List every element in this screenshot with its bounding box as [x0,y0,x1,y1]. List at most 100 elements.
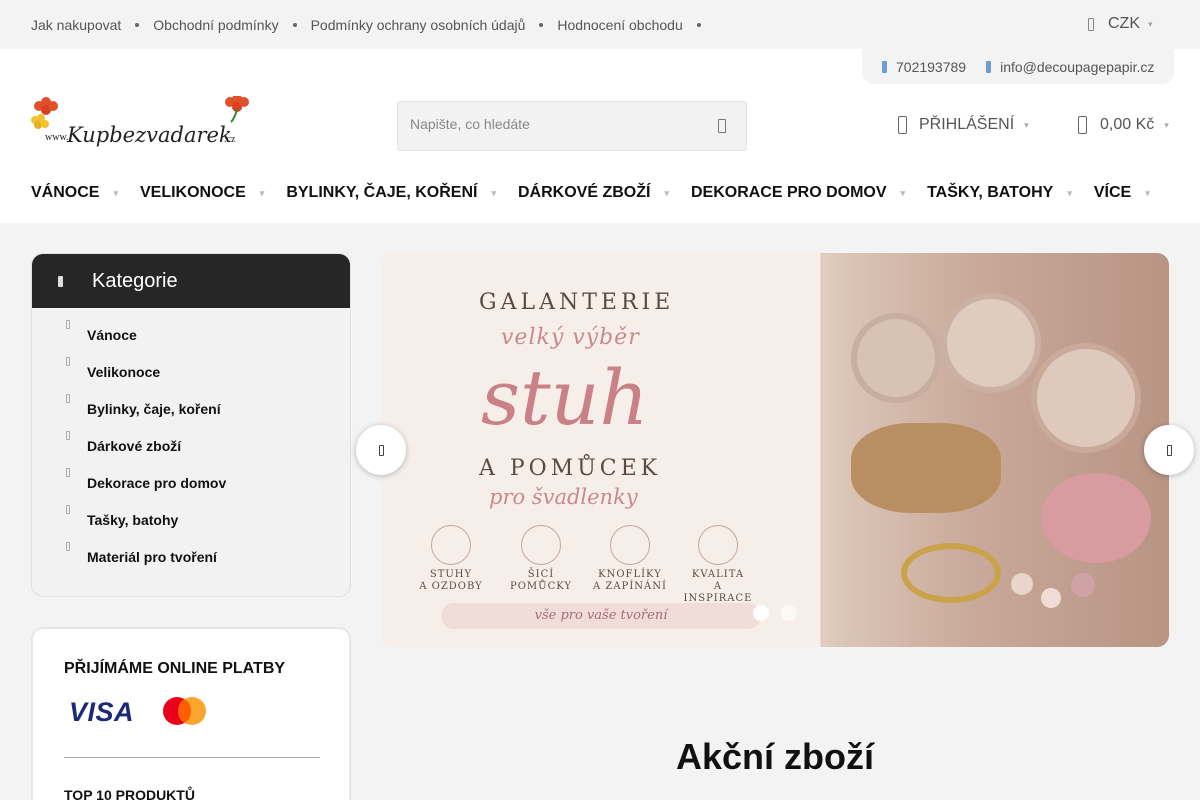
category-item-darkove-zbozi[interactable]: Dárkové zboží [32,427,350,464]
divider [64,757,320,758]
phone-number: 702193789 [896,58,967,75]
separator-dot [292,22,297,27]
email-address: info@decoupagepapir.cz [1000,58,1155,75]
nav-label: DEKORACE PRO DOMOV [690,184,887,201]
chevron-down-icon: ▾ [1164,119,1169,130]
chevron-right-icon [66,542,70,551]
ribbon-spool-image [1031,343,1141,453]
chevron-right-icon [66,468,70,477]
chevron-right-icon [66,505,70,514]
site-logo[interactable]: www. Kupbezvadarek .cz [31,94,256,154]
chevron-right-icon [66,357,70,366]
chevron-right-icon [1166,444,1172,456]
search-box [397,101,747,151]
separator-dot [539,22,544,27]
search-input[interactable] [410,116,690,132]
button-icon [610,525,650,565]
separator-dot [696,22,701,27]
nav-velikonoce[interactable]: VELIKONOCE ▾ [140,184,264,202]
category-item-tasky[interactable]: Tašky, batohy [32,501,350,538]
top-link-privacy[interactable]: Podmínky ochrany osobních údajů [311,17,526,33]
contact-strip: 702193789 info@decoupagepapir.cz [862,49,1174,84]
slider-dot-1[interactable] [753,605,769,621]
slider-dots [753,605,809,621]
top-link-reviews[interactable]: Hodnocení obchodu [557,17,682,33]
hero-banner[interactable]: GALANTERIE velký výběr stuh A POMŮCEK pr… [381,253,1169,647]
feature-label: KVALITA A INSPIRACE [683,569,753,604]
category-header[interactable]: Kategorie [32,254,350,308]
category-item-bylinky[interactable]: Bylinky, čaje, koření [32,390,350,427]
chevron-down-icon: ▾ [1067,187,1072,198]
nav-tasky[interactable]: TAŠKY, BATOHY ▾ [927,184,1072,202]
svg-text:www.: www. [45,132,69,143]
basket-image [851,423,1001,513]
email-contact[interactable]: info@decoupagepapir.cz [986,59,1154,75]
nav-label: TAŠKY, BATOHY [927,184,1054,201]
nav-bylinky[interactable]: BYLINKY, ČAJE, KOŘENÍ ▾ [286,184,496,202]
cart-button[interactable]: 0,00 Kč ▾ [1078,116,1169,134]
top10-title: TOP 10 PRODUKTŮ [64,787,195,800]
button-image [1011,573,1033,595]
slider-next-button[interactable] [1144,425,1194,475]
separator-dot [135,22,140,27]
category-item-vanoce[interactable]: Vánoce [32,316,350,353]
ribbon-spool-image [851,313,941,403]
main-nav: VÁNOCE ▾ VELIKONOCE ▾ BYLINKY, ČAJE, KOŘ… [31,183,1150,203]
phone-contact[interactable]: 702193789 [882,59,966,75]
mail-icon [986,60,992,73]
nav-vice[interactable]: VÍCE ▾ [1094,184,1150,202]
category-panel: Kategorie Vánoce Velikonoce Bylinky, čaj… [31,253,351,597]
category-item-material[interactable]: Materiál pro tvoření [32,538,350,575]
feature-label: ŠICÍ POMŮCKY [509,569,573,592]
chevron-down-icon: ▾ [664,187,669,198]
category-item-velikonoce[interactable]: Velikonoce [32,353,350,390]
category-title: Kategorie [92,269,178,292]
menu-icon [58,275,63,287]
chevron-right-icon [66,431,70,440]
chevron-down-icon: ▾ [900,187,906,198]
spool-icon [698,525,738,565]
scissors-icon [521,525,561,565]
category-list: Vánoce Velikonoce Bylinky, čaje, koření … [32,308,350,575]
login-button[interactable]: PŘIHLÁŠENÍ ▾ [898,116,1029,134]
top-bar: Jak nakupovat Obchodní podmínky Podmínky… [0,0,1200,49]
nav-label: VELIKONOCE [139,184,246,201]
feature-label: KNOFLÍKY A ZAPÍNÁNÍ [593,569,667,592]
nav-darkove-zbozi[interactable]: DÁRKOVÉ ZBOŽÍ ▾ [518,184,669,202]
chevron-down-icon: ▾ [113,187,118,198]
svg-text:Kupbezvadarek: Kupbezvadarek [66,123,232,147]
clover-right-icon [225,94,249,123]
slider-dot-2[interactable] [781,605,797,621]
chevron-down-icon: ▾ [259,187,265,198]
login-label: PŘIHLÁŠENÍ [919,116,1015,133]
nav-dekorace[interactable]: DEKORACE PRO DOMOV ▾ [691,184,905,202]
chevron-left-icon [378,444,384,456]
slider-prev-button[interactable] [356,425,406,475]
svg-text:.cz: .cz [224,134,236,145]
button-image [1041,588,1061,608]
banner-line3: stuh [481,353,649,442]
currency-selector[interactable]: CZK ▾ [1088,15,1153,33]
nav-label: VÍCE [1093,184,1132,201]
category-item-dekorace[interactable]: Dekorace pro domov [32,464,350,501]
top-link-how-to-buy[interactable]: Jak nakupovat [31,17,121,33]
payments-title: PŘIJÍMÁME ONLINE PLATBY [64,660,286,677]
feature-label: STUHY A OZDOBY [419,569,483,592]
banner-line4: A POMŮCEK [479,456,662,481]
search-icon[interactable] [718,119,726,133]
clover-left-icon [31,97,58,129]
currency-icon [1088,17,1094,31]
header: 702193789 info@decoupagepapir.cz www. Ku… [0,49,1200,223]
button-image [1071,573,1095,597]
banner-line5: pro švadlenky [489,485,638,509]
chevron-right-icon [66,394,70,403]
cart-total: 0,00 Kč [1100,116,1155,133]
chevron-right-icon [66,320,70,329]
pincushion-image [1041,473,1151,563]
ribbon-spool-image [941,293,1041,393]
section-title: Akční zboží [675,736,875,777]
nav-vanoce[interactable]: VÁNOCE ▾ [31,184,118,202]
mastercard-logo [163,697,207,725]
cart-icon [1078,116,1087,134]
top-link-terms[interactable]: Obchodní podmínky [153,17,278,33]
